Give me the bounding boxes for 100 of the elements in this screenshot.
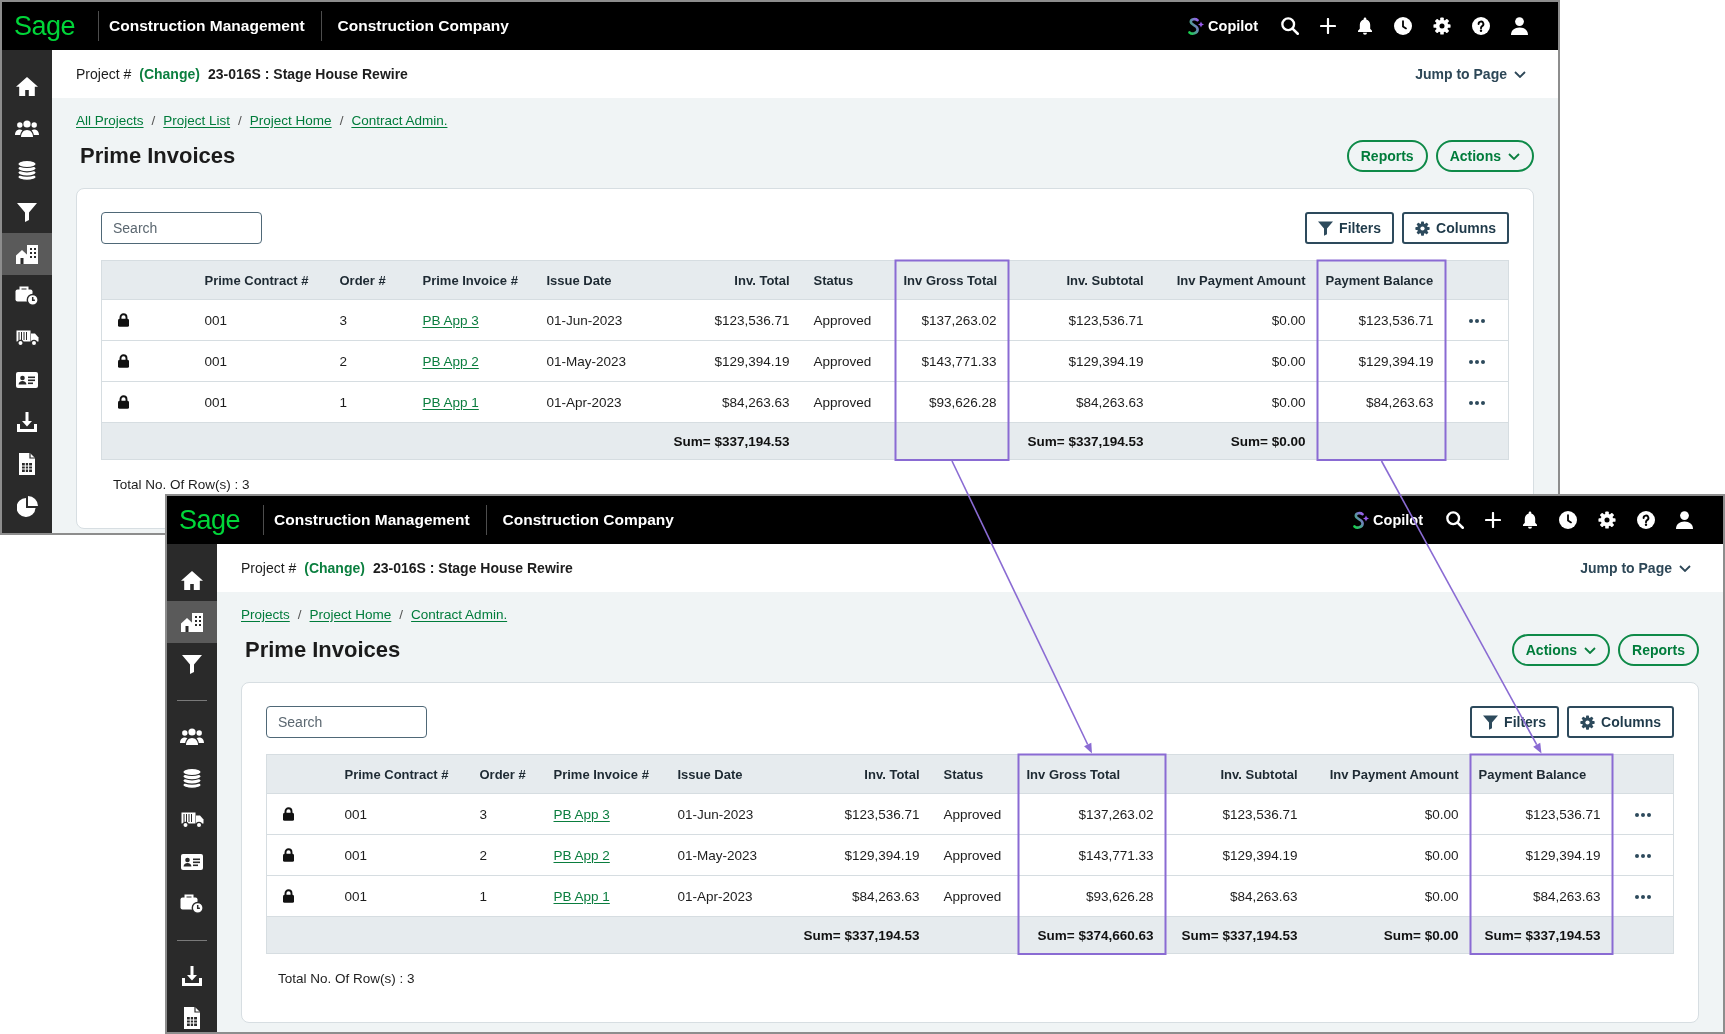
- search-icon[interactable]: [1281, 17, 1299, 35]
- copilot-button[interactable]: Copilot: [1188, 16, 1258, 36]
- table-cell: 001: [332, 793, 468, 835]
- plus-icon[interactable]: [1320, 18, 1336, 34]
- truck-icon: [15, 330, 39, 346]
- logo[interactable]: Sage: [179, 505, 241, 535]
- table-cell: $137,263.02: [1018, 793, 1166, 835]
- table-cell: $84,263.63: [800, 875, 932, 917]
- table-cell: $84,263.63: [1317, 381, 1446, 423]
- help-icon[interactable]: [1637, 511, 1655, 529]
- breadcrumb-separator: /: [238, 112, 242, 128]
- invoice-link[interactable]: PB App 2: [422, 353, 479, 369]
- invoice-link[interactable]: PB App 3: [422, 312, 479, 328]
- actions-menu-button[interactable]: Actions: [1435, 140, 1534, 172]
- filter-icon: [182, 654, 202, 674]
- table-cell: Approved: [801, 299, 896, 341]
- breadcrumb-link[interactable]: All Projects: [76, 112, 144, 128]
- table-cell: $0.00: [1309, 834, 1471, 876]
- column-header: Prime Invoice #: [541, 754, 666, 794]
- reports-button[interactable]: Reports: [1346, 140, 1428, 172]
- invoice-link[interactable]: PB App 2: [553, 847, 610, 863]
- bell-icon[interactable]: [1357, 17, 1373, 35]
- change-link[interactable]: (Change): [139, 66, 200, 82]
- actions-menu-button[interactable]: Actions: [1511, 634, 1611, 666]
- jump-to-page-menu[interactable]: Jump to Page: [1415, 66, 1526, 82]
- project-name: 23-016S : Stage House Rewire: [207, 66, 408, 82]
- sidebar-item[interactable]: [167, 601, 217, 643]
- clock-icon[interactable]: [1394, 17, 1412, 35]
- column-header: Status: [931, 754, 1019, 794]
- breadcrumb-link[interactable]: Project Home: [309, 606, 392, 622]
- breadcrumb-separator: /: [151, 112, 156, 128]
- more-icon[interactable]: [1468, 318, 1485, 323]
- sidebar-item[interactable]: [2, 233, 52, 275]
- breadcrumb-link[interactable]: Contract Admin.: [411, 606, 508, 622]
- sum-total: Sum= $337,194.53: [1484, 927, 1601, 943]
- more-icon[interactable]: [1634, 894, 1651, 899]
- table-cell: $123,536.71: [1317, 299, 1446, 341]
- briefcase-clock-icon: [180, 894, 204, 914]
- download-icon: [17, 412, 37, 432]
- clock-icon[interactable]: [1559, 511, 1577, 529]
- reports-button[interactable]: Reports: [1618, 634, 1699, 666]
- columns-button[interactable]: Columns: [1567, 706, 1674, 738]
- column-header: Order #: [327, 260, 411, 300]
- table-cell: $137,263.02: [895, 299, 1009, 341]
- more-icon[interactable]: [1468, 359, 1485, 364]
- column-header: Inv Payment Amount: [1155, 260, 1318, 300]
- table-cell: 01-May-2023: [665, 834, 801, 876]
- sum-total: Sum= $0.00: [1230, 433, 1306, 449]
- more-icon[interactable]: [1634, 812, 1651, 817]
- more-icon[interactable]: [1468, 400, 1485, 405]
- user-icon[interactable]: [1511, 17, 1528, 35]
- column-header: Prime Contract #: [192, 260, 328, 300]
- table-cell: $93,626.28: [895, 381, 1009, 423]
- table-cell: $84,263.63: [680, 381, 802, 423]
- table-cell: $129,394.19: [1165, 834, 1310, 876]
- table-cell: $129,394.19: [1317, 340, 1446, 382]
- pie-chart-icon: [16, 495, 38, 517]
- table-cell: 001: [192, 381, 328, 423]
- chevron-down-icon: [1679, 564, 1691, 572]
- columns-button[interactable]: Columns: [1402, 212, 1509, 244]
- settings-icon[interactable]: [1433, 17, 1451, 35]
- invoice-link[interactable]: PB App 1: [422, 394, 479, 410]
- search-field[interactable]: Search: [266, 706, 427, 738]
- breadcrumb-link[interactable]: Project List: [163, 112, 231, 128]
- change-link[interactable]: (Change): [304, 560, 365, 576]
- breadcrumb-separator: /: [297, 606, 302, 622]
- user-icon[interactable]: [1676, 511, 1693, 529]
- help-icon[interactable]: [1472, 17, 1490, 35]
- breadcrumb-link[interactable]: Contract Admin.: [351, 112, 448, 128]
- column-header: Prime Invoice #: [410, 260, 535, 300]
- table-cell: 001: [332, 875, 468, 917]
- house-building-icon: [181, 612, 203, 632]
- home-icon: [16, 76, 38, 96]
- table-cell: $84,263.63: [1470, 875, 1613, 917]
- logo[interactable]: Sage: [14, 11, 76, 41]
- plus-icon[interactable]: [1485, 512, 1501, 528]
- jump-to-page-menu[interactable]: Jump to Page: [1580, 560, 1691, 576]
- invoice-link[interactable]: PB App 3: [553, 806, 610, 822]
- spreadsheet-icon: [19, 453, 35, 475]
- filters-button[interactable]: Filters: [1305, 212, 1395, 244]
- table-cell: 01-May-2023: [534, 340, 681, 382]
- breadcrumb-link[interactable]: Project Home: [249, 112, 332, 128]
- column-header: Inv. Subtotal: [1008, 260, 1156, 300]
- settings-icon[interactable]: [1598, 511, 1616, 529]
- column-header: Order #: [467, 754, 542, 794]
- search-field[interactable]: Search: [101, 212, 262, 244]
- invoice-link[interactable]: PB App 1: [553, 888, 610, 904]
- filter-icon: [1483, 714, 1499, 730]
- column-header: Payment Balance: [1470, 754, 1613, 794]
- breadcrumb-link[interactable]: Projects: [241, 606, 290, 622]
- product-name: Construction Management: [274, 511, 470, 529]
- table-cell: $84,263.63: [1165, 875, 1310, 917]
- search-icon[interactable]: [1446, 511, 1464, 529]
- column-header: Inv. Total: [680, 260, 802, 300]
- more-icon[interactable]: [1634, 853, 1651, 858]
- table-cell: $93,626.28: [1018, 875, 1166, 917]
- project-name: 23-016S : Stage House Rewire: [372, 560, 573, 576]
- bell-icon[interactable]: [1522, 511, 1538, 529]
- table-cell: 01-Apr-2023: [665, 875, 801, 917]
- table-cell: $129,394.19: [800, 834, 932, 876]
